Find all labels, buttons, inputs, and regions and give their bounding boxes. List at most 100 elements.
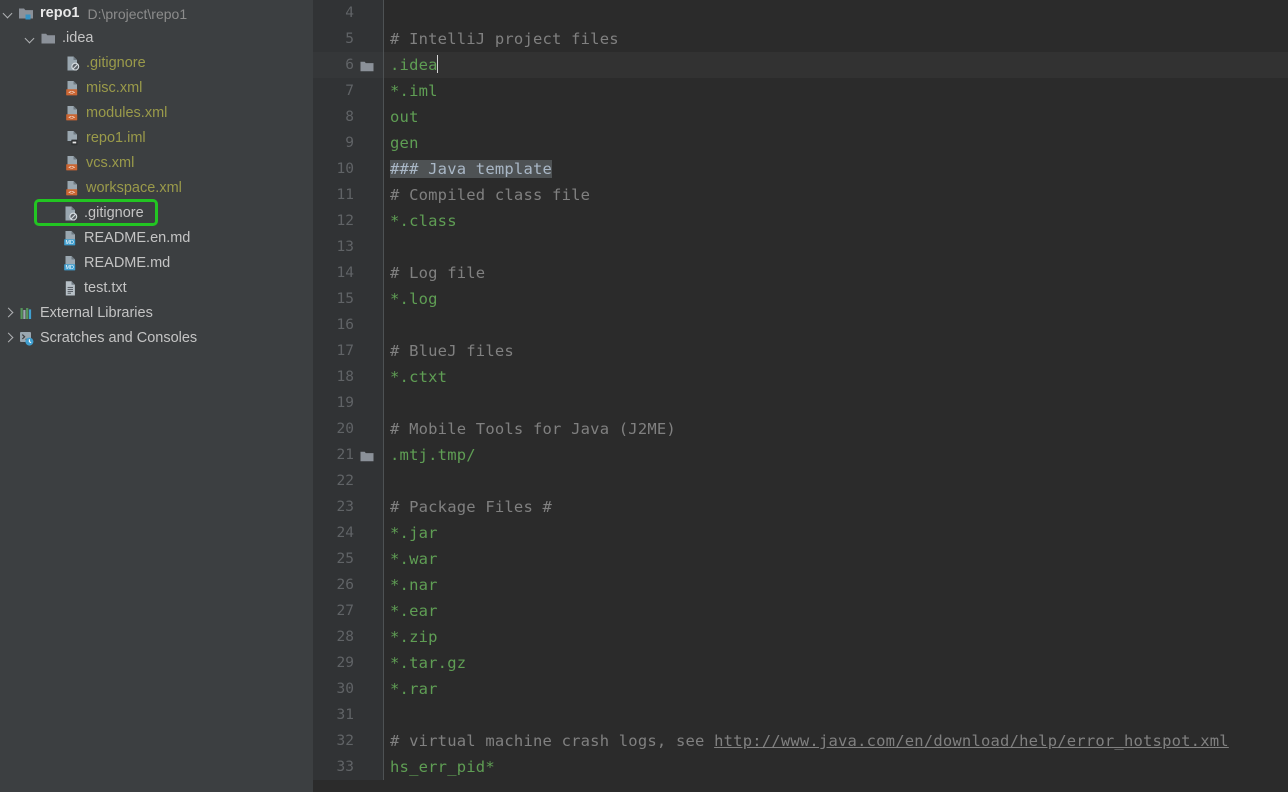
code-text[interactable]: hs_err_pid* — [384, 754, 495, 780]
editor-gutter[interactable]: 15 — [313, 286, 384, 312]
tree-item-readme-md[interactable]: MD README.md — [0, 251, 313, 276]
editor-line[interactable]: 25 *.war — [313, 546, 1288, 572]
editor-line[interactable]: 11 # Compiled class file — [313, 182, 1288, 208]
editor-gutter[interactable]: 28 — [313, 624, 384, 650]
editor-gutter[interactable]: 10 — [313, 156, 384, 182]
editor-gutter[interactable]: 7 — [313, 78, 384, 104]
editor-gutter[interactable]: 22 — [313, 468, 384, 494]
code-text[interactable]: *.rar — [384, 676, 438, 702]
tree-item-modules-xml[interactable]: <> modules.xml — [0, 101, 313, 126]
code-text[interactable]: *.class — [384, 208, 457, 234]
chevron-right-icon[interactable] — [2, 332, 15, 345]
url-link[interactable]: http://www.java.com/en/download/help/err… — [714, 732, 1229, 750]
code-text[interactable]: *.war — [384, 546, 438, 572]
code-text[interactable]: out — [384, 104, 419, 130]
tree-item-scratches-and-consoles[interactable]: Scratches and Consoles — [0, 326, 313, 351]
editor-gutter[interactable]: 12 — [313, 208, 384, 234]
editor-line[interactable]: 12 *.class — [313, 208, 1288, 234]
gutter-folder-icon[interactable] — [360, 58, 374, 72]
editor-line[interactable]: 10 ### Java template — [313, 156, 1288, 182]
editor-line[interactable]: 15 *.log — [313, 286, 1288, 312]
editor-lines[interactable]: 4 5 # IntelliJ project files 6 .idea 7 *.iml 8 o… — [313, 0, 1288, 780]
editor-line[interactable]: 5 # IntelliJ project files — [313, 26, 1288, 52]
editor-gutter[interactable]: 5 — [313, 26, 384, 52]
editor-line[interactable]: 33 hs_err_pid* — [313, 754, 1288, 780]
code-text[interactable]: # Mobile Tools for Java (J2ME) — [384, 416, 676, 442]
editor-gutter[interactable]: 33 — [313, 754, 384, 780]
code-text[interactable]: gen — [384, 130, 419, 156]
code-text[interactable]: # BlueJ files — [384, 338, 514, 364]
editor-area[interactable]: 4 5 # IntelliJ project files 6 .idea 7 *.iml 8 o… — [313, 0, 1288, 792]
editor-gutter[interactable]: 26 — [313, 572, 384, 598]
tree-item-workspace-xml[interactable]: <> workspace.xml — [0, 176, 313, 201]
code-text[interactable]: ### Java template — [384, 156, 553, 182]
editor-line[interactable]: 28 *.zip — [313, 624, 1288, 650]
editor-gutter[interactable]: 11 — [313, 182, 384, 208]
editor-gutter[interactable]: 27 — [313, 598, 384, 624]
editor-line[interactable]: 27 *.ear — [313, 598, 1288, 624]
code-text[interactable]: # Package Files # — [384, 494, 552, 520]
code-text[interactable]: # Compiled class file — [384, 182, 590, 208]
editor-line[interactable]: 13 — [313, 234, 1288, 260]
editor-gutter[interactable]: 32 — [313, 728, 384, 754]
editor-gutter[interactable]: 23 — [313, 494, 384, 520]
chevron-down-icon[interactable] — [24, 32, 37, 45]
editor-gutter[interactable]: 14 — [313, 260, 384, 286]
tree-item-root-gitignore[interactable]: .gitignore — [0, 201, 313, 226]
editor-line[interactable]: 18 *.ctxt — [313, 364, 1288, 390]
tree-item-idea[interactable]: .idea — [0, 26, 313, 51]
code-text[interactable]: *.log — [384, 286, 438, 312]
code-text[interactable]: # virtual machine crash logs, see http:/… — [384, 728, 1229, 754]
tree-item-vcs-xml[interactable]: <> vcs.xml — [0, 151, 313, 176]
editor-line[interactable]: 23 # Package Files # — [313, 494, 1288, 520]
gutter-folder-icon[interactable] — [360, 448, 374, 462]
editor-gutter[interactable]: 18 — [313, 364, 384, 390]
editor-line[interactable]: 7 *.iml — [313, 78, 1288, 104]
editor-gutter[interactable]: 29 — [313, 650, 384, 676]
tree-item-readme-en-md[interactable]: MD README.en.md — [0, 226, 313, 251]
editor-gutter[interactable]: 4 — [313, 0, 384, 26]
editor-gutter[interactable]: 30 — [313, 676, 384, 702]
editor-gutter[interactable]: 21 — [313, 442, 384, 468]
tree-item-idea-gitignore[interactable]: .gitignore — [0, 51, 313, 76]
tree-item-external-libraries[interactable]: External Libraries — [0, 301, 313, 326]
editor-line[interactable]: 17 # BlueJ files — [313, 338, 1288, 364]
editor-line[interactable]: 21 .mtj.tmp/ — [313, 442, 1288, 468]
code-text[interactable]: *.tar.gz — [384, 650, 466, 676]
editor-line[interactable]: 31 — [313, 702, 1288, 728]
editor-line[interactable]: 19 — [313, 390, 1288, 416]
editor-gutter[interactable]: 6 — [313, 52, 384, 78]
editor-line[interactable]: 22 — [313, 468, 1288, 494]
code-text[interactable]: *.ctxt — [384, 364, 447, 390]
editor-line[interactable]: 14 # Log file — [313, 260, 1288, 286]
editor-line[interactable]: 6 .idea — [313, 52, 1288, 78]
chevron-right-icon[interactable] — [2, 307, 15, 320]
editor-gutter[interactable]: 19 — [313, 390, 384, 416]
code-text[interactable]: *.ear — [384, 598, 438, 624]
editor-gutter[interactable]: 16 — [313, 312, 384, 338]
code-text[interactable]: *.zip — [384, 624, 438, 650]
code-text[interactable]: .idea — [384, 52, 439, 78]
editor-gutter[interactable]: 20 — [313, 416, 384, 442]
code-text[interactable]: *.iml — [384, 78, 438, 104]
editor-line[interactable]: 16 — [313, 312, 1288, 338]
editor-gutter[interactable]: 9 — [313, 130, 384, 156]
code-text[interactable]: # Log file — [384, 260, 485, 286]
editor-line[interactable]: 4 — [313, 0, 1288, 26]
editor-line[interactable]: 29 *.tar.gz — [313, 650, 1288, 676]
code-text[interactable]: # IntelliJ project files — [384, 26, 619, 52]
tree-item-repo1[interactable]: repo1 D:\project\repo1 — [0, 1, 313, 26]
editor-line[interactable]: 32 # virtual machine crash logs, see http… — [313, 728, 1288, 754]
editor-gutter[interactable]: 13 — [313, 234, 384, 260]
editor-gutter[interactable]: 24 — [313, 520, 384, 546]
tree-item-test-txt[interactable]: test.txt — [0, 276, 313, 301]
editor-line[interactable]: 24 *.jar — [313, 520, 1288, 546]
editor-gutter[interactable]: 25 — [313, 546, 384, 572]
project-tool-window[interactable]: repo1 D:\project\repo1 .idea .gitignore <> mi… — [0, 0, 313, 792]
code-text[interactable]: *.nar — [384, 572, 438, 598]
editor-line[interactable]: 20 # Mobile Tools for Java (J2ME) — [313, 416, 1288, 442]
tree-item-repo1-iml[interactable]: repo1.iml — [0, 126, 313, 151]
project-tree[interactable]: repo1 D:\project\repo1 .idea .gitignore <> mi… — [0, 0, 313, 351]
chevron-down-icon[interactable] — [2, 7, 15, 20]
editor-line[interactable]: 26 *.nar — [313, 572, 1288, 598]
